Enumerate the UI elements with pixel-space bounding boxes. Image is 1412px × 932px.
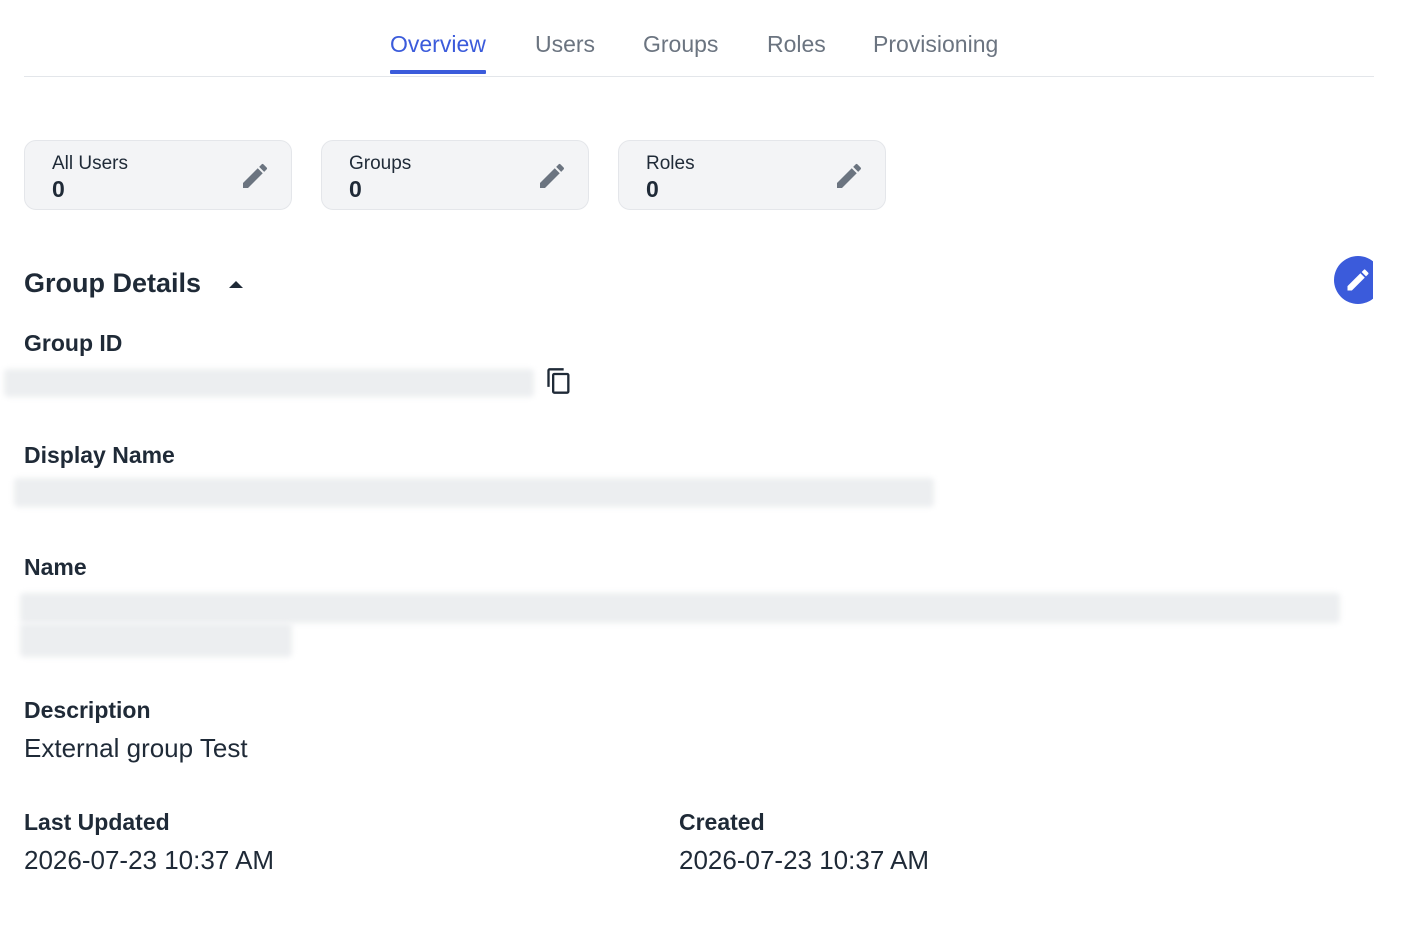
stat-card-all-users: All Users 0: [24, 140, 292, 210]
display-name-label: Display Name: [24, 442, 175, 468]
tab-groups[interactable]: Groups: [643, 31, 718, 74]
display-name-value-redacted: [14, 478, 934, 507]
tab-provisioning[interactable]: Provisioning: [873, 31, 998, 74]
name-label: Name: [24, 554, 87, 580]
pencil-icon[interactable]: [239, 160, 271, 192]
description-value: External group Test: [24, 733, 248, 763]
tab-users[interactable]: Users: [535, 31, 595, 74]
name-value-redacted-line2: [20, 623, 292, 657]
created-label: Created: [679, 809, 765, 835]
caret-up-icon[interactable]: [226, 277, 246, 291]
copy-icon[interactable]: [545, 367, 573, 395]
last-updated-label: Last Updated: [24, 809, 170, 835]
group-id-value-redacted: [4, 369, 534, 397]
stat-label: Roles: [646, 153, 695, 174]
created-value: 2026-07-23 10:37 AM: [679, 845, 930, 875]
stat-label: All Users: [52, 153, 129, 174]
tab-bar: Overview Users Groups Roles Provisioning: [24, 0, 1374, 77]
stat-card-roles: Roles 0: [618, 140, 886, 210]
stat-value: 0: [52, 176, 65, 202]
tab-overview[interactable]: Overview: [390, 31, 486, 74]
description-label: Description: [24, 697, 151, 723]
content-clip: [1373, 250, 1412, 310]
stat-value: 0: [646, 176, 659, 202]
group-id-label: Group ID: [24, 330, 123, 356]
last-updated-value: 2026-07-23 10:37 AM: [24, 845, 275, 875]
section-title: Group Details: [24, 268, 202, 298]
pencil-icon[interactable]: [536, 160, 568, 192]
pencil-icon[interactable]: [833, 160, 865, 192]
tab-roles[interactable]: Roles: [767, 31, 826, 74]
stat-card-groups: Groups 0: [321, 140, 589, 210]
name-value-redacted: [20, 593, 1340, 623]
pencil-icon: [1347, 269, 1369, 291]
stat-label: Groups: [349, 153, 412, 174]
stat-value: 0: [349, 176, 362, 202]
